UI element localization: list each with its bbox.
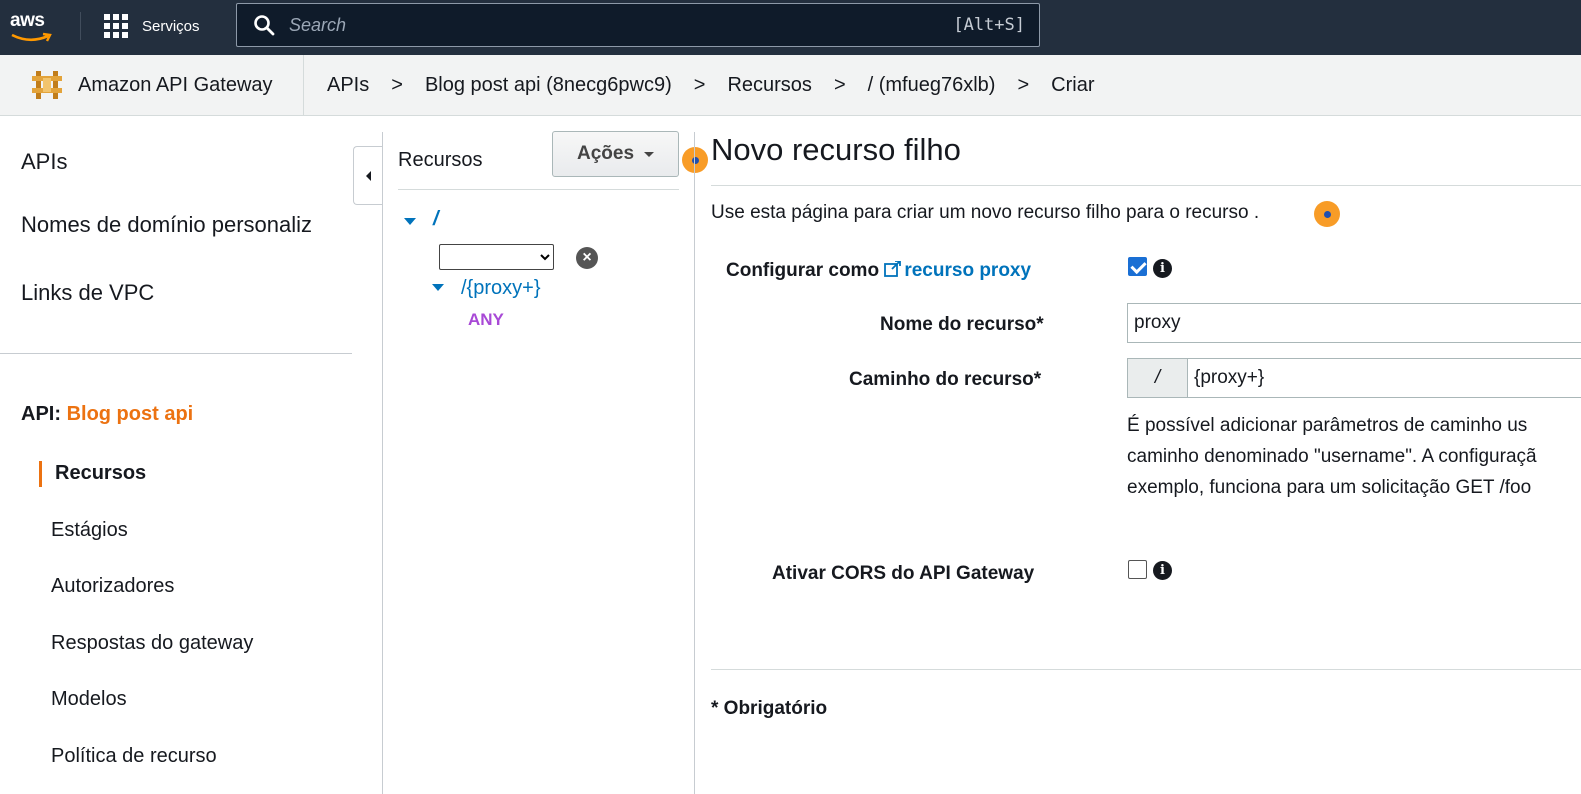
- sidebar-item-apis[interactable]: APIs: [21, 149, 67, 175]
- sidebar-item-gateway-responses[interactable]: Respostas do gateway: [51, 632, 253, 655]
- proxy-resource-label: Configurar como recurso proxy: [726, 260, 1031, 282]
- page-title: Novo recurso filho: [711, 132, 961, 167]
- caret-left-icon: [365, 170, 371, 181]
- grid-icon: [104, 14, 128, 38]
- breadcrumb-api[interactable]: Blog post api (8necg6pwc9): [425, 74, 672, 97]
- breadcrumb-current: Criar: [1051, 73, 1095, 96]
- breadcrumb-resources[interactable]: Recursos: [727, 74, 811, 97]
- top-navigation-bar: aws Serviços [Alt+S]: [0, 0, 1581, 55]
- sidebar-api-heading: API: Blog post api: [21, 403, 193, 426]
- pane-divider: [382, 132, 383, 794]
- help-hotspot-icon[interactable]: [682, 147, 708, 173]
- search-input[interactable]: [289, 14, 929, 36]
- breadcrumb-separator: >: [693, 73, 706, 96]
- external-link-icon: [884, 260, 902, 277]
- cors-checkbox[interactable]: [1128, 560, 1147, 579]
- resource-path-prefix: /: [1128, 359, 1188, 397]
- tree-new-resource-select[interactable]: [439, 244, 554, 270]
- sidebar-item-custom-domains[interactable]: Nomes de domínio personaliz: [21, 212, 351, 238]
- sidebar-item-vpc-links[interactable]: Links de VPC: [21, 280, 154, 306]
- proxy-resource-checkbox[interactable]: [1128, 257, 1147, 276]
- info-icon[interactable]: i: [1153, 259, 1172, 278]
- aws-logo[interactable]: aws: [8, 6, 58, 46]
- breadcrumb-separator: >: [833, 73, 846, 96]
- resource-name-input[interactable]: [1127, 303, 1581, 343]
- close-icon[interactable]: ×: [576, 247, 598, 269]
- aws-logo-text: aws: [10, 10, 45, 31]
- help-line: caminho denominado "username". A configu…: [1127, 446, 1537, 467]
- aws-smile-icon: [11, 32, 52, 42]
- required-note: * Obrigatório: [711, 698, 828, 719]
- pane-divider: [694, 132, 695, 794]
- sidebar-item-resources[interactable]: Recursos: [55, 462, 146, 485]
- breadcrumb-bar: Amazon API Gateway APIs > Blog post api …: [0, 55, 1581, 116]
- tree-expand-icon[interactable]: [404, 218, 416, 225]
- sidebar-divider: [0, 353, 352, 354]
- breadcrumb-apis[interactable]: APIs: [327, 74, 369, 97]
- title-divider: [711, 185, 1581, 186]
- tree-method-any[interactable]: ANY: [468, 310, 504, 330]
- collapse-sidebar-button[interactable]: [353, 146, 383, 205]
- resource-path-field: {proxy+}: [1127, 358, 1581, 398]
- sidebar: APIs Nomes de domínio personaliz Links d…: [0, 116, 352, 794]
- actions-dropdown-button[interactable]: Ações: [552, 131, 679, 177]
- services-label: Serviços: [142, 17, 200, 35]
- page-description: Use esta página para criar um novo recur…: [711, 202, 1260, 223]
- resource-path-help: É possível adicionar parâmetros de camin…: [1127, 410, 1581, 503]
- info-icon[interactable]: i: [1153, 561, 1172, 580]
- caret-down-icon: [644, 151, 655, 157]
- proxy-label-prefix: Configurar como: [726, 260, 885, 281]
- actions-label: Ações: [576, 143, 635, 164]
- resource-path-label: Caminho do recurso*: [849, 369, 1042, 390]
- sidebar-item-stages[interactable]: Estágios: [51, 519, 128, 542]
- tree-root-resource[interactable]: /: [433, 208, 439, 231]
- proxy-resource-link[interactable]: recurso proxy: [884, 260, 1031, 281]
- resource-name-label: Nome do recurso*: [880, 314, 1044, 335]
- service-home-link[interactable]: Amazon API Gateway: [0, 55, 304, 115]
- cors-label: Ativar CORS do API Gateway: [772, 563, 1035, 584]
- breadcrumb-resource[interactable]: / (mfueg76xlb): [868, 74, 996, 97]
- active-indicator: [39, 461, 42, 487]
- sidebar-item-resource-policy[interactable]: Política de recurso: [51, 745, 217, 768]
- sidebar-api-prefix: API:: [21, 403, 61, 425]
- api-gateway-icon: [32, 71, 62, 99]
- search-icon: [254, 15, 275, 36]
- service-name: Amazon API Gateway: [78, 73, 273, 96]
- breadcrumb-separator: >: [391, 73, 403, 96]
- tree-expand-icon[interactable]: [432, 284, 444, 291]
- help-line: exemplo, funciona para um solicitação GE…: [1127, 477, 1532, 498]
- help-line: É possível adicionar parâmetros de camin…: [1127, 415, 1528, 436]
- search-shortcut-hint: [Alt+S]: [953, 15, 1025, 35]
- breadcrumb: APIs > Blog post api (8necg6pwc9) > Recu…: [327, 55, 1095, 115]
- services-menu-button[interactable]: Serviços: [104, 12, 200, 40]
- resources-pane-title: Recursos: [398, 149, 483, 171]
- sidebar-item-models[interactable]: Modelos: [51, 688, 127, 711]
- proxy-link-text: recurso proxy: [904, 260, 1032, 281]
- form-divider: [711, 669, 1581, 670]
- sidebar-item-authorizers[interactable]: Autorizadores: [51, 575, 174, 598]
- help-hotspot-icon[interactable]: [1314, 201, 1340, 227]
- sidebar-api-name[interactable]: Blog post api: [67, 403, 194, 425]
- resources-divider: [398, 189, 679, 190]
- tree-proxy-resource[interactable]: /{proxy+}: [461, 277, 541, 300]
- breadcrumb-separator: >: [1017, 73, 1030, 96]
- nav-divider: [80, 12, 81, 40]
- search-box[interactable]: [Alt+S]: [236, 3, 1040, 47]
- resource-path-input[interactable]: {proxy+}: [1194, 367, 1264, 389]
